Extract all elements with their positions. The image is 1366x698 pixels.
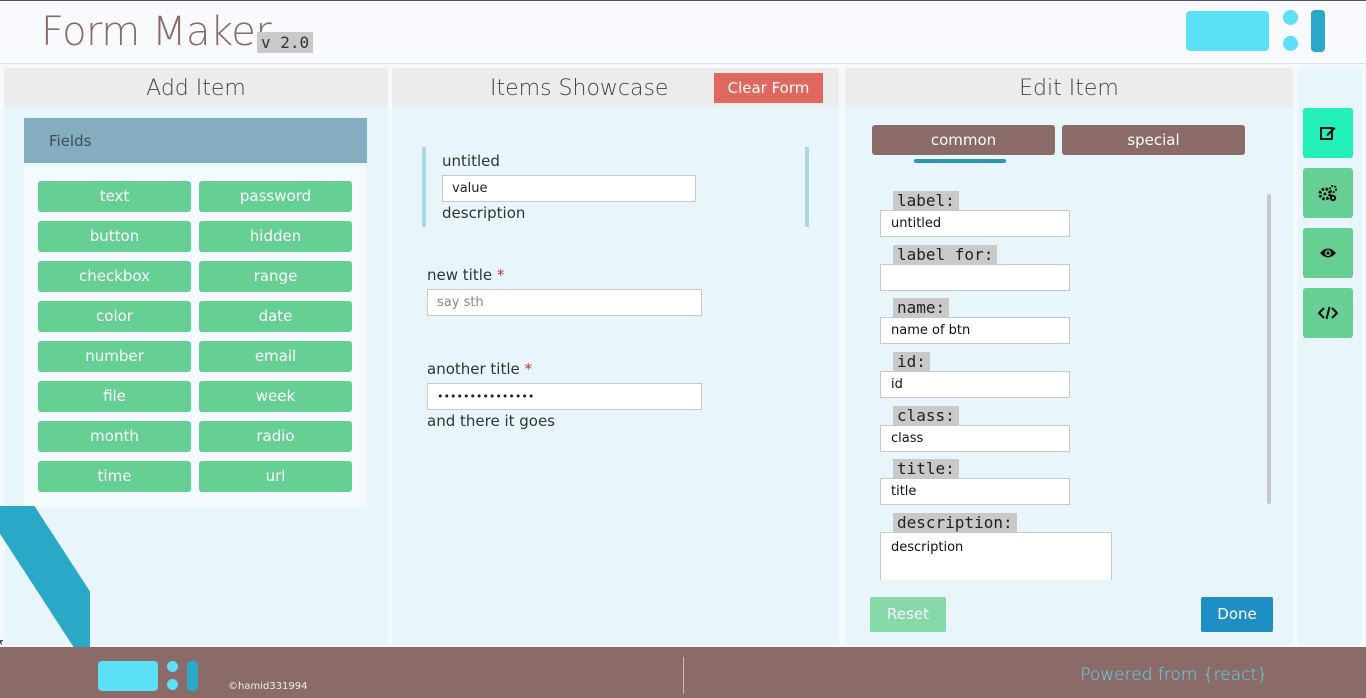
field-button-time[interactable]: time [38,461,191,492]
eye-icon [1320,248,1336,258]
item-label: new title * [427,266,505,284]
class-field-label: class: [893,406,959,425]
tab-special[interactable]: special [1062,125,1245,155]
field-button-hidden[interactable]: hidden [199,221,352,252]
settings-icon [1318,185,1337,202]
item-label: untitled [442,152,500,170]
code-button[interactable] [1303,288,1353,338]
app-title: Form Maker [41,9,272,55]
field-button-date[interactable]: date [199,301,352,332]
class-input[interactable]: class [880,425,1070,452]
active-tab-indicator [914,159,1006,163]
password-input[interactable]: ••••••••••••••• [427,383,702,410]
id-input[interactable]: id [880,371,1070,398]
field-button-checkbox[interactable]: checkbox [38,261,191,292]
item-input[interactable]: value [442,175,696,202]
code-icon [1318,306,1338,320]
footer-divider [683,657,684,694]
name-input[interactable]: name of btn [880,317,1070,344]
fields-list: text password button hidden checkbox ran… [24,167,367,508]
label-input[interactable]: untitled [880,210,1070,237]
tab-common[interactable]: common [872,125,1055,155]
item-description: and there it goes [427,412,555,430]
copyright: ©hamid331994 [228,681,308,692]
description-textarea[interactable]: description [880,532,1112,580]
field-button-button[interactable]: button [38,221,191,252]
done-button[interactable]: Done [1201,597,1273,632]
field-button-range[interactable]: range [199,261,352,292]
scrollbar[interactable] [1267,194,1271,504]
powered-by: Powered from {react} [1080,665,1268,685]
field-button-number[interactable]: number [38,341,191,372]
id-field-label: id: [893,352,930,371]
side-toolbar [1298,68,1362,645]
title-field-label: title: [893,459,959,478]
title-input[interactable]: title [880,478,1070,505]
item-input[interactable]: say sth [427,289,702,316]
field-button-color[interactable]: color [38,301,191,332]
edit-item-panel: Edit Item common special label: untitled… [845,68,1293,645]
add-item-title: Add Item [4,68,388,107]
clear-form-button[interactable]: Clear Form [714,73,823,103]
fields-header[interactable]: Fields [24,118,367,163]
version-badge: v 2.0 [257,32,314,53]
settings-button[interactable] [1303,168,1353,218]
field-button-month[interactable]: month [38,421,191,452]
field-button-file[interactable]: file [38,381,191,412]
label-for-field-label: label for: [893,245,998,264]
showcase-panel: Items Showcase Clear Form untitled value… [392,68,839,645]
label-field-label: label: [893,191,959,210]
preview-button[interactable] [1303,228,1353,278]
description-field-label: description: [893,513,1017,532]
edit-item-title: Edit Item [845,68,1293,107]
edit-button[interactable] [1303,108,1353,158]
field-button-url[interactable]: url [199,461,352,492]
label-for-input[interactable] [880,264,1070,291]
item-description: description [442,204,526,222]
field-button-password[interactable]: password [199,181,352,212]
footer: ©hamid331994 Powered from {react} [0,647,1366,698]
name-field-label: name: [893,298,950,317]
field-button-radio[interactable]: radio [199,421,352,452]
contact-ribbon[interactable]: contact me [0,506,90,656]
field-button-text[interactable]: text [38,181,191,212]
reset-button[interactable]: Reset [870,597,946,632]
item-label: another title * [427,360,533,378]
app-header: Form Maker v 2.0 [0,0,1366,64]
edit-icon [1320,127,1336,140]
field-button-week[interactable]: week [199,381,352,412]
field-button-email[interactable]: email [199,341,352,372]
